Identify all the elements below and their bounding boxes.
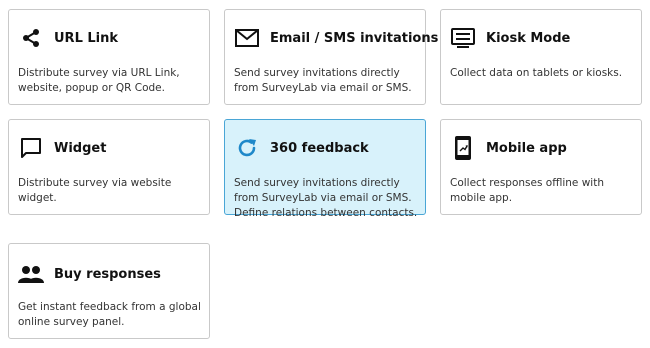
card-header: URL Link — [18, 26, 118, 50]
share-icon — [18, 26, 44, 50]
card-widget[interactable]: Widget Distribute survey via website wid… — [8, 119, 210, 215]
card-description: Collect data on tablets or kiosks. — [450, 67, 623, 79]
card-mobile-app[interactable]: Mobile app Collect responses offline wit… — [440, 119, 642, 215]
card-description: Distribute survey via website widget. — [18, 177, 172, 204]
card-title: Kiosk Mode — [486, 30, 571, 46]
card-buy-responses[interactable]: Buy responses Get instant feedback from … — [8, 243, 210, 339]
card-title: 360 feedback — [270, 140, 369, 156]
chat-bubble-icon — [18, 136, 44, 160]
refresh-icon — [234, 136, 260, 160]
card-title: Email / SMS invitations — [270, 30, 439, 46]
envelope-icon — [234, 26, 260, 50]
card-kiosk-mode[interactable]: Kiosk Mode Collect data on tablets or ki… — [440, 9, 642, 105]
card-header: Buy responses — [18, 262, 161, 286]
mobile-phone-icon — [450, 136, 476, 160]
people-icon — [18, 262, 44, 286]
card-header: Kiosk Mode — [450, 26, 570, 50]
card-header: Email / SMS invitations — [234, 26, 438, 50]
card-description: Distribute survey via URL Link, website,… — [18, 67, 180, 94]
card-title: URL Link — [54, 30, 119, 46]
card-description: Send survey invitations directly from Su… — [234, 177, 418, 219]
card-title: Widget — [54, 140, 107, 156]
kiosk-icon — [450, 26, 476, 50]
card-description: Get instant feedback from a global onlin… — [18, 301, 201, 328]
card-header: Mobile app — [450, 136, 567, 160]
card-description: Collect responses offline with mobile ap… — [450, 177, 604, 204]
card-email-sms-invitations[interactable]: Email / SMS invitations Send survey invi… — [224, 9, 438, 105]
card-header: Widget — [18, 136, 106, 160]
card-description: Send survey invitations directly from Su… — [234, 67, 412, 94]
card-header: 360 feedback — [234, 136, 369, 160]
card-360-feedback[interactable]: 360 feedback Send survey invitations dir… — [224, 119, 426, 219]
card-title: Mobile app — [486, 140, 567, 156]
card-url-link[interactable]: URL Link Distribute survey via URL Link,… — [8, 9, 210, 105]
card-title: Buy responses — [54, 266, 161, 282]
